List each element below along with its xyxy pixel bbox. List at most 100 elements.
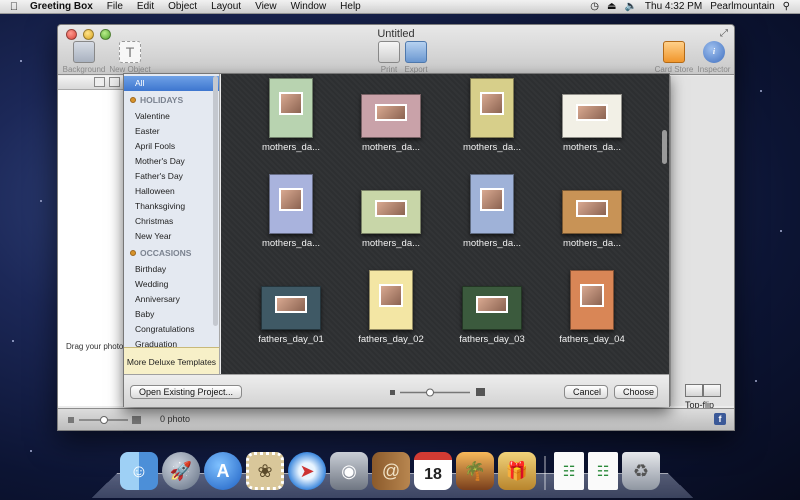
iphoto-icon[interactable]: 🌴 bbox=[456, 452, 494, 490]
template-card-preview bbox=[570, 270, 614, 330]
template-thumbnail[interactable]: fathers_day_03 bbox=[442, 286, 542, 345]
spotlight-icon[interactable]: ⚲ bbox=[783, 1, 790, 12]
template-thumbnail[interactable]: mothers_da... bbox=[442, 78, 542, 153]
new-object-tool-button[interactable]: T New Object bbox=[104, 41, 156, 74]
template-thumbnail[interactable]: mothers_da... bbox=[542, 94, 642, 153]
finder-icon[interactable]: ☺ bbox=[120, 452, 158, 490]
safari-icon[interactable]: ➤ bbox=[288, 452, 326, 490]
template-card-preview bbox=[261, 286, 321, 330]
menu-user[interactable]: Pearlmountain bbox=[710, 1, 774, 12]
category-christmas[interactable]: Christmas bbox=[124, 214, 219, 229]
background-star bbox=[20, 60, 22, 62]
category-anniversary[interactable]: Anniversary bbox=[124, 292, 219, 307]
template-thumbnail[interactable]: mothers_da... bbox=[542, 190, 642, 249]
category-fathers-day[interactable]: Father's Day bbox=[124, 169, 219, 184]
menu-help[interactable]: Help bbox=[333, 1, 368, 12]
trash-icon[interactable]: ♻ bbox=[622, 452, 660, 490]
photo-grid-icon[interactable] bbox=[94, 77, 105, 87]
greeting-box-icon[interactable]: 🎁 bbox=[498, 452, 536, 490]
template-thumbnail[interactable]: fathers_day_02 bbox=[341, 270, 441, 345]
thumbnail-zoom-slider[interactable] bbox=[390, 387, 486, 397]
more-deluxe-templates-button[interactable]: More Deluxe Templates bbox=[124, 347, 220, 375]
background-star bbox=[760, 90, 762, 92]
template-card-preview bbox=[470, 78, 514, 138]
category-thanksgiving[interactable]: Thanksgiving bbox=[124, 199, 219, 214]
fullscreen-icon[interactable]: ⤢ bbox=[720, 28, 728, 39]
category-valentine[interactable]: Valentine bbox=[124, 109, 219, 124]
holidays-folder-icon bbox=[130, 97, 136, 103]
photo-size-slider[interactable] bbox=[68, 416, 143, 424]
eject-icon[interactable]: ⏏ bbox=[607, 1, 616, 12]
template-name: mothers_da... bbox=[462, 142, 522, 153]
photo-pane[interactable] bbox=[58, 76, 125, 406]
template-name: mothers_da... bbox=[361, 142, 421, 153]
template-name: mothers_da... bbox=[261, 238, 321, 249]
template-grid-scrollbar[interactable] bbox=[662, 130, 667, 164]
category-wedding[interactable]: Wedding bbox=[124, 277, 219, 292]
menu-bar:  Greeting Box File Edit Object Layout V… bbox=[0, 0, 800, 14]
template-thumbnail[interactable]: fathers_day_01 bbox=[241, 286, 341, 345]
menu-clock[interactable]: Thu 4:32 PM bbox=[645, 1, 702, 12]
document-icon[interactable]: ☷ bbox=[554, 452, 584, 490]
menu-file[interactable]: File bbox=[100, 1, 130, 12]
template-grid: mothers_da... mothers_da... mothers_da... m… bbox=[221, 74, 669, 374]
menu-edit[interactable]: Edit bbox=[130, 1, 161, 12]
template-photo-placeholder bbox=[580, 283, 604, 307]
menu-object[interactable]: Object bbox=[161, 1, 204, 12]
launchpad-icon[interactable]: 🚀 bbox=[162, 452, 200, 490]
template-photo-placeholder bbox=[379, 283, 403, 307]
app-store-icon[interactable]: A bbox=[204, 452, 242, 490]
time-machine-icon[interactable]: ◷ bbox=[590, 1, 599, 12]
facetime-icon[interactable]: ◉ bbox=[330, 452, 368, 490]
inspector-pane: Top-flip bbox=[670, 76, 734, 410]
stamp-app-icon[interactable]: ❀ bbox=[246, 452, 284, 490]
background-star bbox=[780, 230, 782, 232]
template-thumbnail[interactable]: mothers_da... bbox=[442, 174, 542, 249]
top-flip-icon[interactable] bbox=[703, 384, 721, 397]
template-thumbnail[interactable]: fathers_day_04 bbox=[542, 270, 642, 345]
category-mothers-day[interactable]: Mother's Day bbox=[124, 154, 219, 169]
open-existing-project-button[interactable]: Open Existing Project... bbox=[130, 385, 243, 399]
category-april-fools[interactable]: April Fools bbox=[124, 139, 219, 154]
category-list: All HOLIDAYS Valentine Easter April Fool… bbox=[124, 74, 220, 374]
category-easter[interactable]: Easter bbox=[124, 124, 219, 139]
background-tool-button[interactable]: Background bbox=[58, 41, 110, 74]
facebook-icon[interactable]: f bbox=[714, 413, 726, 425]
background-star bbox=[40, 200, 42, 202]
template-name: mothers_da... bbox=[562, 238, 622, 249]
cancel-button[interactable]: Cancel bbox=[564, 385, 608, 399]
single-fold-icon[interactable] bbox=[685, 384, 703, 397]
menu-layout[interactable]: Layout bbox=[204, 1, 248, 12]
address-book-icon[interactable]: @ bbox=[372, 452, 410, 490]
category-congratulations[interactable]: Congratulations bbox=[124, 322, 219, 337]
category-scrollbar[interactable] bbox=[213, 76, 218, 326]
menu-view[interactable]: View bbox=[248, 1, 284, 12]
template-thumbnail[interactable]: mothers_da... bbox=[341, 190, 441, 249]
menu-app-name[interactable]: Greeting Box bbox=[28, 1, 100, 12]
info-icon: i bbox=[703, 41, 725, 63]
calendar-icon[interactable]: 18 bbox=[414, 452, 452, 490]
menu-window[interactable]: Window bbox=[284, 1, 334, 12]
occasions-header-label: OCCASIONS bbox=[140, 248, 192, 258]
export-tool-button[interactable]: Export bbox=[390, 41, 442, 74]
holidays-header: HOLIDAYS bbox=[124, 91, 219, 109]
apple-menu-icon[interactable]:  bbox=[0, 1, 28, 13]
photo-pane-header bbox=[58, 76, 124, 90]
template-card-preview bbox=[562, 190, 622, 234]
template-photo-placeholder bbox=[480, 187, 504, 211]
photo-settings-icon[interactable] bbox=[109, 77, 120, 87]
template-name: fathers_day_02 bbox=[358, 334, 424, 345]
template-thumbnail[interactable]: mothers_da... bbox=[241, 174, 341, 249]
volume-icon[interactable]: 🔈 bbox=[624, 1, 636, 12]
category-baby[interactable]: Baby bbox=[124, 307, 219, 322]
choose-button[interactable]: Choose bbox=[614, 385, 658, 399]
category-birthday[interactable]: Birthday bbox=[124, 262, 219, 277]
category-halloween[interactable]: Halloween bbox=[124, 184, 219, 199]
document-icon[interactable]: ☷ bbox=[588, 452, 618, 490]
template-name: mothers_da... bbox=[361, 238, 421, 249]
category-new-year[interactable]: New Year bbox=[124, 229, 219, 244]
category-all[interactable]: All bbox=[124, 76, 219, 91]
template-thumbnail[interactable]: mothers_da... bbox=[341, 94, 441, 153]
inspector-tool-button[interactable]: i Inspector bbox=[688, 41, 734, 74]
template-thumbnail[interactable]: mothers_da... bbox=[241, 78, 341, 153]
